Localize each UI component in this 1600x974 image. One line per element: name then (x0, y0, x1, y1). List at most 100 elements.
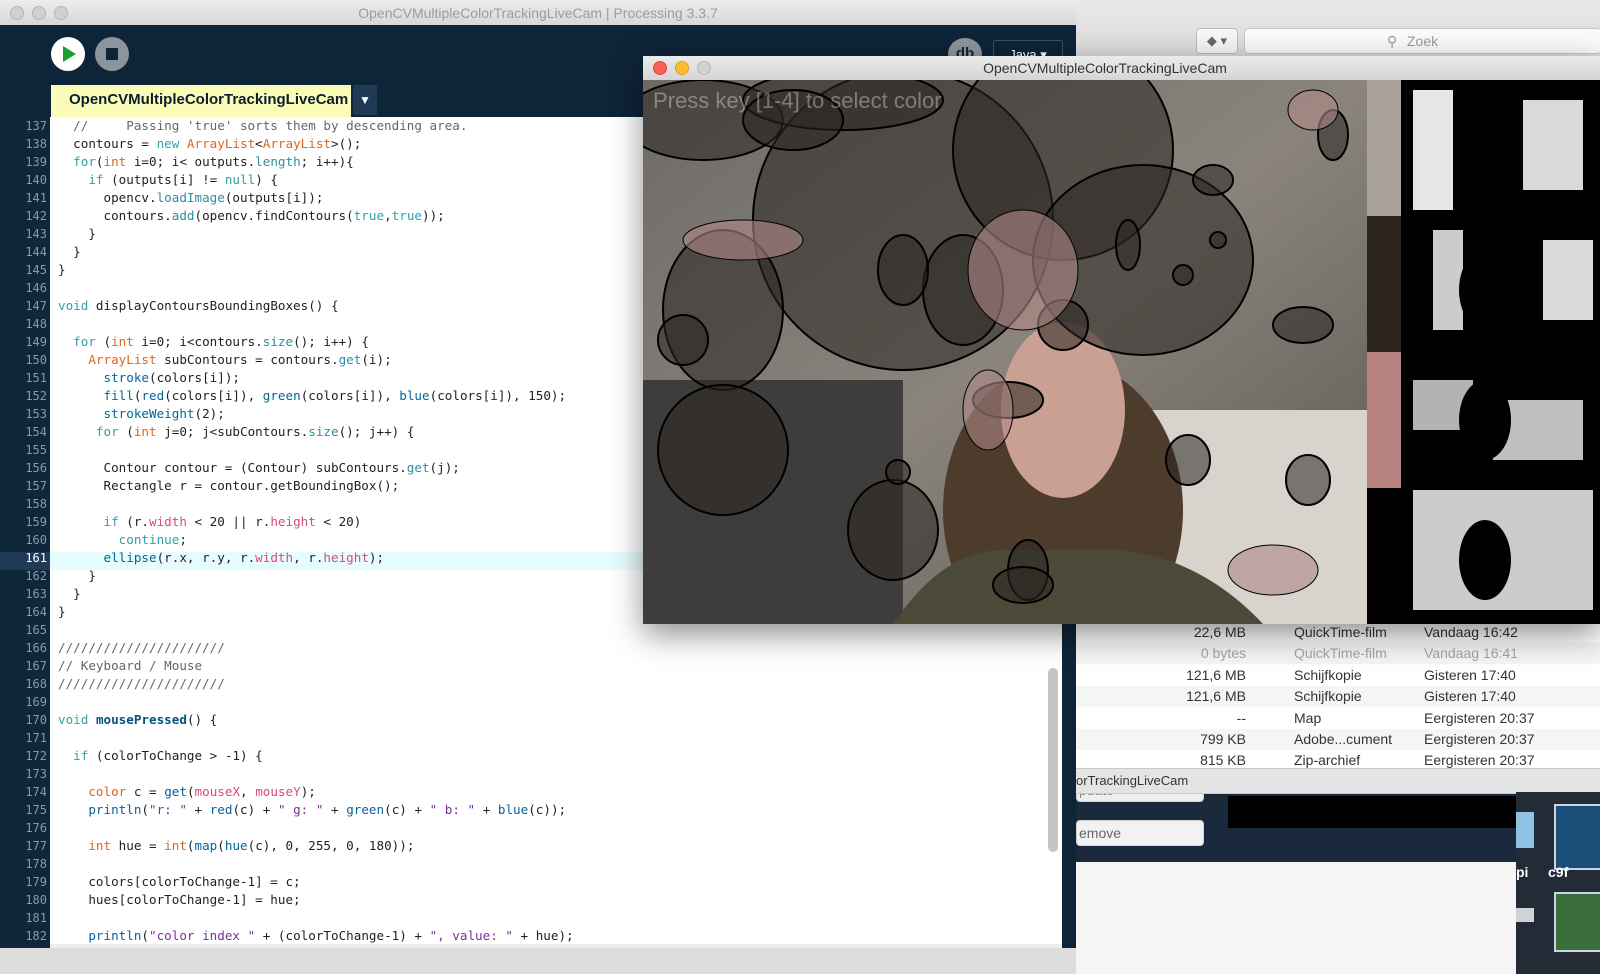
file-row[interactable]: -- Map Eergisteren 20:37 (1076, 708, 1600, 729)
code-line[interactable]: int hue = int(map(hue(c), 0, 255, 0, 180… (58, 837, 414, 855)
line-number: 165 (25, 623, 47, 637)
line-number: 166 (25, 641, 47, 655)
file-date: Gisteren 17:40 (1424, 666, 1516, 683)
code-line[interactable]: // Keyboard / Mouse (58, 657, 202, 675)
code-line[interactable]: continue; (58, 531, 187, 549)
tab-menu-button[interactable]: ▼ (353, 85, 377, 115)
code-line[interactable]: for (int j=0; j<subContours.size(); j++)… (58, 423, 415, 441)
code-line[interactable]: ellipse(r.x, r.y, r.width, r.height); (58, 549, 385, 567)
stop-button[interactable] (95, 37, 129, 71)
background-window-title-text: orTrackingLiveCam (1076, 773, 1189, 788)
background-bar (1228, 796, 1516, 828)
file-date: Eergisteren 20:37 (1424, 731, 1535, 747)
thumbnail-d[interactable] (1554, 892, 1600, 952)
code-line[interactable]: println("r: " + red(c) + " g: " + green(… (58, 801, 566, 819)
line-number: 148 (25, 317, 47, 331)
thumbnail-b[interactable] (1554, 804, 1600, 870)
run-button[interactable] (51, 37, 85, 71)
code-line[interactable]: strokeWeight(2); (58, 405, 225, 423)
line-number: 142 (25, 209, 47, 223)
code-line[interactable]: contours.add(opencv.findContours(true,tr… (58, 207, 444, 225)
line-number: 151 (25, 371, 47, 385)
line-number: 159 (25, 515, 47, 529)
code-line[interactable]: fill(red(colors[i]), green(colors[i]), b… (58, 387, 567, 405)
line-number: 153 (25, 407, 47, 421)
code-line[interactable]: void mousePressed() { (58, 711, 217, 729)
code-line[interactable]: ////////////////////// (58, 675, 225, 693)
file-row[interactable]: 22,6 MB QuickTime-film Vandaag 16:42 (1076, 622, 1600, 643)
line-number: 182 (25, 929, 47, 943)
thumbnail-a[interactable] (1516, 812, 1534, 848)
search-field[interactable]: ⚲ Zoek (1244, 28, 1600, 54)
file-date: Vandaag 16:41 (1424, 645, 1518, 662)
overlay-instruction: Press key [1-4] to select color (653, 88, 942, 113)
code-line[interactable]: } (58, 261, 66, 279)
tab-sketch[interactable]: OpenCVMultipleColorTrackingLiveCam (51, 85, 351, 117)
code-line[interactable]: for(int i=0; i< outputs.length; i++){ (58, 153, 354, 171)
color-swatch-4[interactable] (1367, 488, 1401, 624)
line-number: 181 (25, 911, 47, 925)
color-swatch-2[interactable] (1367, 216, 1401, 352)
line-number: 169 (25, 695, 47, 709)
code-line[interactable]: } (58, 585, 81, 603)
code-line[interactable]: colors[colorToChange-1] = c; (58, 873, 300, 891)
line-number: 174 (25, 785, 47, 799)
file-size: 121,6 MB (1186, 666, 1246, 683)
color-swatch-3[interactable] (1367, 352, 1401, 488)
code-line[interactable]: Rectangle r = contour.getBoundingBox(); (58, 477, 399, 495)
code-line[interactable]: for (int i=0; i<contours.size(); i++) { (58, 333, 369, 351)
code-line[interactable]: contours = new ArrayList<ArrayList>(); (58, 135, 361, 153)
code-line[interactable]: hues[colorToChange-1] = hue; (58, 891, 300, 909)
line-number: 149 (25, 335, 47, 349)
threshold-previews (1401, 80, 1600, 624)
background-window-title: orTrackingLiveCam (1076, 768, 1600, 794)
code-line[interactable]: } (58, 603, 66, 621)
code-line[interactable]: color c = get(mouseX, mouseY); (58, 783, 316, 801)
tab-label: OpenCVMultipleColorTrackingLiveCam (69, 91, 349, 108)
code-line[interactable]: ////////////////////// (58, 639, 225, 657)
code-line[interactable]: println("color index " + (colorToChange-… (58, 927, 573, 945)
line-number: 160 (25, 533, 47, 547)
file-row[interactable]: 121,6 MB Schijfkopie Gisteren 17:40 (1076, 665, 1600, 686)
line-number: 139 (25, 155, 47, 169)
line-number: 167 (25, 659, 47, 673)
line-number: 140 (25, 173, 47, 187)
vertical-scrollbar[interactable] (1048, 668, 1058, 852)
code-line[interactable]: if (r.width < 20 || r.height < 20) (58, 513, 362, 531)
thumbnail-label-pi: pi (1516, 864, 1529, 880)
color-swatch-1[interactable] (1367, 80, 1401, 216)
line-number: 158 (25, 497, 47, 511)
code-line[interactable]: } (58, 225, 96, 243)
code-line[interactable]: stroke(colors[i]); (58, 369, 241, 387)
code-line[interactable]: if (colorToChange > -1) { (58, 747, 263, 765)
line-number: 137 (25, 119, 47, 133)
line-number: 147 (25, 299, 47, 313)
file-row[interactable]: 121,6 MB Schijfkopie Gisteren 17:40 (1076, 686, 1600, 708)
code-line[interactable]: // Passing 'true' sorts them by descendi… (58, 117, 467, 135)
remove-button[interactable]: emove (1076, 820, 1204, 846)
code-line[interactable]: opencv.loadImage(outputs[i]); (58, 189, 323, 207)
line-number: 145 (25, 263, 47, 277)
line-number: 146 (25, 281, 47, 295)
code-line[interactable]: void displayContoursBoundingBoxes() { (58, 297, 339, 315)
line-number: 171 (25, 731, 47, 745)
ide-window-title: OpenCVMultipleColorTrackingLiveCam | Pro… (358, 5, 718, 21)
thumbnail-c[interactable] (1516, 908, 1534, 922)
dropbox-button[interactable]: ◆ ▾ (1196, 28, 1238, 54)
code-line[interactable]: } (58, 567, 96, 585)
sketch-canvas[interactable]: Press key [1-4] to select color (622, 39, 1600, 660)
line-number: 144 (25, 245, 47, 259)
editor-status-bar (0, 948, 1076, 974)
file-row[interactable]: 799 KB Adobe...cument Eergisteren 20:37 (1076, 729, 1600, 750)
line-number: 177 (25, 839, 47, 853)
thumbnail-label-c9: c9f (1548, 864, 1569, 880)
code-line[interactable]: ArrayList subContours = contours.get(i); (58, 351, 391, 369)
code-line[interactable]: } (58, 243, 81, 261)
file-row[interactable]: 0 bytes QuickTime-film Vandaag 16:41 (1076, 643, 1600, 665)
code-line[interactable]: if (outputs[i] != null) { (58, 171, 278, 189)
code-line[interactable]: Contour contour = (Contour) subContours.… (58, 459, 459, 477)
line-number: 150 (25, 353, 47, 367)
line-number: 155 (25, 443, 47, 457)
magnifier-icon: ⚲ (1387, 33, 1398, 49)
file-kind: Map (1294, 709, 1322, 726)
